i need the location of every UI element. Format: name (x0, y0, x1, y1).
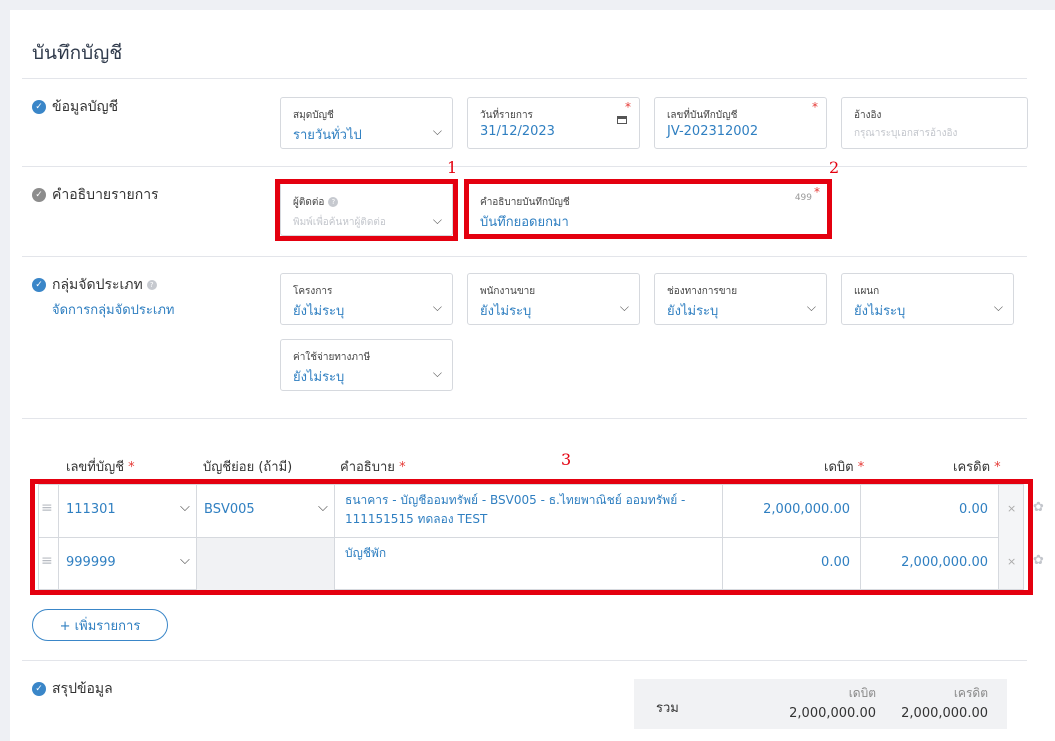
field-value: ยังไม่ระบุ (293, 370, 345, 385)
divider (22, 660, 1027, 661)
check-circle-icon: ✓ (32, 278, 46, 292)
page-title: บันทึกบัญชี (32, 42, 123, 64)
field-value: ยังไม่ระบุ (854, 304, 906, 319)
field-value: ยังไม่ระบุ (293, 304, 345, 319)
doc-number-field[interactable]: * เลขที่บันทึกบัญชี JV-202312002 (654, 97, 827, 149)
chevron-down-icon: ⌵ (619, 300, 629, 314)
reference-field[interactable]: อ้างอิง กรุณาระบุเอกสารอ้างอิง (841, 97, 1028, 149)
section-label: ข้อมูลบัญชี (52, 99, 119, 115)
field-value: 31/12/2023 (480, 124, 555, 139)
summary-credit-total: 2,000,000.00 (901, 706, 988, 721)
tax-expense-select[interactable]: ค่าใช้จ่ายทางภาษี ยังไม่ระบุ ⌵ (280, 339, 453, 391)
section-description: ✓ คำอธิบายรายการ (32, 184, 159, 206)
field-value: ยังไม่ระบุ (667, 304, 719, 319)
salesperson-select[interactable]: พนักงานขาย ยังไม่ระบุ ⌵ (467, 273, 640, 325)
section-account-info: ✓ ข้อมูลบัญชี (32, 96, 118, 118)
field-label: พนักงานขาย (480, 286, 536, 297)
settings-icon[interactable]: ✿ (1033, 553, 1044, 568)
chevron-down-icon: ⌵ (993, 300, 1003, 314)
project-select[interactable]: โครงการ ยังไม่ระบุ ⌵ (280, 273, 453, 325)
field-label: เลขที่บันทึกบัญชี (667, 110, 738, 121)
chevron-down-icon: ⌵ (806, 300, 816, 314)
check-circle-icon: ✓ (32, 682, 46, 696)
check-circle-icon: ✓ (32, 188, 46, 202)
date-field[interactable]: * วันที่รายการ 31/12/2023 (467, 97, 640, 149)
field-label: แผนก (854, 286, 880, 297)
manage-groups-link[interactable]: จัดการกลุ่มจัดประเภท (52, 299, 174, 320)
required-mark: * (625, 100, 631, 114)
department-select[interactable]: แผนก ยังไม่ระบุ ⌵ (841, 273, 1014, 325)
annotation-number-1: 1 (447, 158, 458, 177)
section-summary: ✓ สรุปข้อมูล (32, 678, 113, 700)
field-placeholder: กรุณาระบุเอกสารอ้างอิง (854, 128, 958, 139)
chevron-down-icon: ⌵ (432, 300, 442, 314)
check-circle-icon: ✓ (32, 100, 46, 114)
highlight-box-1 (275, 179, 458, 241)
field-label: อ้างอิง (854, 110, 882, 121)
header-debit: เดบิต * (824, 460, 865, 475)
annotation-number-3: 3 (561, 450, 572, 469)
section-grouping: ✓ กลุ่มจัดประเภท ? (32, 274, 157, 296)
field-label: ค่าใช้จ่ายทางภาษี (293, 352, 371, 363)
section-label: คำอธิบายรายการ (52, 187, 159, 203)
divider (22, 166, 1027, 167)
section-label: กลุ่มจัดประเภท (52, 277, 143, 293)
chevron-down-icon: ⌵ (432, 124, 442, 138)
field-value: JV-202312002 (667, 124, 759, 139)
section-label: สรุปข้อมูล (52, 681, 113, 697)
chevron-down-icon: ⌵ (432, 366, 442, 380)
field-label: วันที่รายการ (480, 110, 533, 121)
summary-credit-label: เครดิต (953, 686, 988, 700)
header-account: เลขที่บัญชี * (66, 460, 135, 475)
total-label: รวม (656, 701, 679, 716)
field-label: ช่องทางการขาย (667, 286, 738, 297)
sales-channel-select[interactable]: ช่องทางการขาย ยังไม่ระบุ ⌵ (654, 273, 827, 325)
field-value: รายวันทั่วไป (293, 128, 362, 143)
help-icon[interactable]: ? (146, 280, 157, 290)
required-mark: * (812, 100, 818, 114)
highlight-box-3 (30, 479, 1033, 595)
settings-icon[interactable]: ✿ (1033, 500, 1044, 515)
annotation-number-2: 2 (829, 158, 840, 177)
divider (22, 256, 1027, 257)
field-label: สมุดบัญชี (293, 110, 334, 121)
add-line-button[interactable]: + เพิ่มรายการ (32, 609, 168, 641)
field-label: โครงการ (293, 286, 333, 297)
field-value: ยังไม่ระบุ (480, 304, 532, 319)
summary-debit-total: 2,000,000.00 (789, 706, 876, 721)
journal-select[interactable]: สมุดบัญชี รายวันทั่วไป ⌵ (280, 97, 453, 149)
header-description: คำอธิบาย * (340, 460, 406, 475)
divider (22, 78, 1027, 79)
divider (22, 418, 1027, 419)
header-sub-account: บัญชีย่อย (ถ้ามี) (203, 460, 293, 475)
summary-debit-label: เดบิต (848, 686, 876, 700)
calendar-icon[interactable] (617, 116, 627, 124)
header-credit: เครดิต * (953, 460, 1001, 475)
highlight-box-2 (464, 179, 832, 239)
